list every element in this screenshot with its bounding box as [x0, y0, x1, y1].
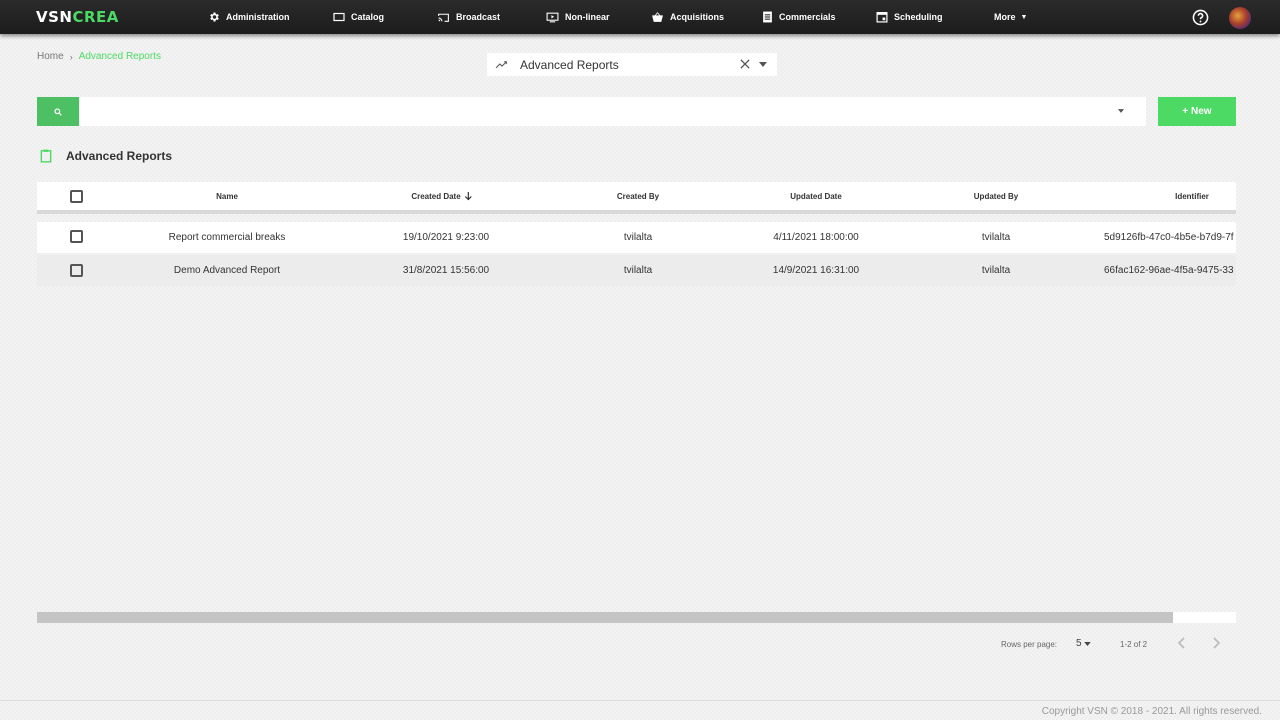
nav-broadcast-label: Broadcast	[456, 12, 501, 22]
column-header-created-date[interactable]: Created Date	[411, 192, 473, 201]
folder-icon	[333, 12, 345, 22]
select-all-checkbox[interactable]	[70, 190, 83, 203]
search-input[interactable]	[80, 97, 1146, 126]
column-header-created-by[interactable]: Created By	[617, 192, 659, 201]
calendar-icon	[876, 12, 888, 23]
chevron-right-icon: ›	[69, 51, 73, 62]
close-icon[interactable]	[740, 59, 750, 69]
nav-acquisitions[interactable]: Acquisitions	[651, 0, 724, 34]
report-type-selector[interactable]: Advanced Reports	[487, 53, 777, 76]
column-header-identifier[interactable]: Identifier	[1175, 192, 1209, 201]
section-title: Advanced Reports	[66, 149, 173, 163]
caret-down-icon	[1083, 641, 1091, 646]
nav-commercials[interactable]: Commercials	[762, 0, 836, 34]
nav-more-label: More	[994, 12, 1016, 22]
column-header-updated-by-label: Updated By	[973, 192, 1019, 201]
cell-created-by: tvilalta	[623, 265, 653, 276]
top-navigation-bar: VSNCREA Administration Catalog Broadcast…	[0, 0, 1280, 34]
rows-per-page-value: 5	[1076, 638, 1082, 649]
column-header-updated-date[interactable]: Updated Date	[790, 192, 842, 201]
rows-per-page-select[interactable]: 5	[1076, 638, 1091, 649]
rows-per-page-label: Rows per page:	[1001, 640, 1058, 649]
row-checkbox[interactable]	[70, 230, 83, 243]
cell-created-by: tvilalta	[623, 232, 653, 243]
nav-administration[interactable]: Administration	[208, 0, 290, 34]
nav-catalog[interactable]: Catalog	[333, 0, 384, 34]
cell-updated-date: 14/9/2021 16:31:00	[772, 265, 860, 276]
table-header: Name Created Date Created By Updated Dat…	[37, 182, 1236, 214]
column-header-updated-by[interactable]: Updated By	[974, 192, 1018, 201]
table-row[interactable]: Report commercial breaks 19/10/2021 9:23…	[37, 222, 1236, 253]
arrow-down-icon	[465, 192, 473, 201]
nav-more[interactable]: More ▼	[994, 0, 1027, 34]
cell-identifier: 66fac162-96ae-4f5a-9475-33	[1104, 265, 1234, 276]
column-header-name-label: Name	[216, 192, 238, 201]
column-header-updated-date-label: Updated Date	[790, 192, 842, 201]
breadcrumb-current[interactable]: Advanced Reports	[79, 51, 161, 62]
help-icon[interactable]	[1192, 9, 1209, 26]
play-box-icon	[546, 12, 559, 22]
basket-icon	[652, 12, 663, 22]
column-header-name[interactable]: Name	[216, 192, 238, 201]
breadcrumb-home[interactable]: Home	[37, 51, 64, 62]
search-button[interactable]	[37, 97, 79, 126]
logo-part-vsn: VSN	[36, 8, 73, 26]
cell-name: Demo Advanced Report	[173, 265, 281, 276]
trending-up-icon	[495, 61, 507, 69]
copyright-text: Copyright VSN © 2018 - 2021. All rights …	[1041, 706, 1262, 717]
nav-acquisitions-label: Acquisitions	[670, 12, 725, 22]
nav-commercials-label: Commercials	[779, 12, 836, 22]
cell-updated-by: tvilalta	[981, 265, 1011, 276]
footer-divider	[0, 700, 1280, 701]
column-header-created-by-label: Created By	[616, 192, 660, 201]
caret-down-icon: ▼	[1020, 13, 1028, 21]
cell-created-date: 19/10/2021 9:23:00	[402, 232, 490, 243]
column-header-created-date-label: Created Date	[411, 192, 461, 201]
cell-identifier: 5d9126fb-47c0-4b5e-b7d9-7f	[1104, 232, 1234, 243]
horizontal-scrollbar-thumb[interactable]	[37, 612, 1173, 623]
caret-down-icon[interactable]	[1118, 109, 1124, 113]
selector-value: Advanced Reports	[520, 57, 619, 72]
reports-table: Name Created Date Created By Updated Dat…	[37, 182, 1236, 286]
nav-administration-label: Administration	[226, 12, 290, 22]
clipboard-icon	[40, 149, 52, 163]
nav-broadcast[interactable]: Broadcast	[437, 0, 500, 34]
search-icon	[54, 107, 62, 116]
logo-part-crea: CREA	[72, 8, 119, 26]
cell-updated-date: 4/11/2021 18:00:00	[773, 232, 859, 243]
next-page-button[interactable]	[1213, 637, 1221, 649]
gear-icon	[210, 12, 219, 22]
cast-icon	[438, 13, 449, 22]
vsn-crea-logo[interactable]: VSNCREA	[36, 8, 119, 26]
row-checkbox[interactable]	[70, 264, 83, 277]
user-avatar[interactable]	[1229, 7, 1251, 29]
nav-scheduling[interactable]: Scheduling	[876, 0, 943, 34]
table-row[interactable]: Demo Advanced Report 31/8/2021 15:56:00 …	[37, 255, 1236, 286]
previous-page-button[interactable]	[1177, 637, 1185, 649]
nav-scheduling-label: Scheduling	[894, 12, 943, 22]
caret-down-icon[interactable]	[759, 62, 767, 67]
nav-catalog-label: Catalog	[351, 12, 385, 22]
new-button[interactable]: + New	[1158, 97, 1236, 126]
pagination-range: 1-2 of 2	[1120, 640, 1148, 649]
nav-non-linear[interactable]: Non-linear	[546, 0, 610, 34]
cell-updated-by: tvilalta	[981, 232, 1011, 243]
column-header-identifier-label: Identifier	[1175, 192, 1209, 201]
nav-non-linear-label: Non-linear	[565, 12, 610, 22]
cell-name: Report commercial breaks	[168, 232, 286, 243]
section-header: Advanced Reports	[40, 149, 172, 163]
breadcrumb: Home › Advanced Reports	[37, 51, 161, 62]
list-box-icon	[763, 11, 772, 23]
cell-created-date: 31/8/2021 15:56:00	[402, 265, 490, 276]
